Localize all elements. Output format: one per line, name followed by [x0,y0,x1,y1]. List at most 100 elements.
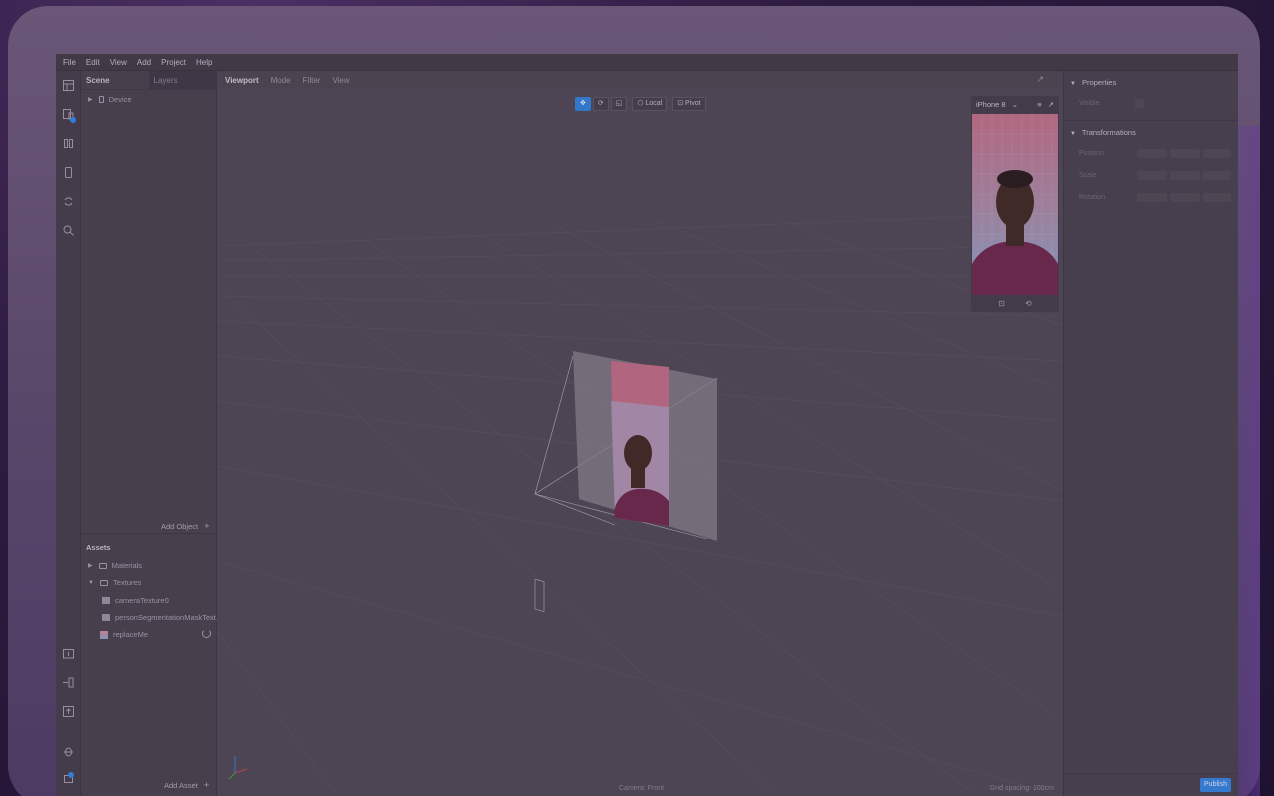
asset-label: Textures [112,578,142,587]
add-object-button[interactable]: Add Object + [161,521,209,531]
collapse-arrow-icon: ▼ [1070,131,1076,137]
left-toolbar [56,71,81,796]
local-button[interactable]: ⬡ Local [632,97,668,111]
properties-header[interactable]: ▼ Properties [1070,78,1116,87]
spark-ar-window: File Edit View Add Project Help Scene La… [56,54,1238,796]
settings-icon[interactable] [62,772,75,786]
transformations-title: Transformations [1081,128,1136,137]
texture-icon [102,597,110,604]
tab-layers[interactable]: Layers [148,70,216,90]
transform-toolbar: ✥ ⟳ ◱ ⬡ Local ⊡ Pivot [575,97,706,111]
phone-icon[interactable] [62,167,75,180]
search-icon[interactable] [62,225,75,238]
scale-label: Scale [1079,172,1097,179]
asset-label: cameraTexture0 [115,596,169,605]
position-x-input[interactable] [1137,149,1167,158]
bug-icon[interactable] [62,746,75,759]
popout-icon[interactable]: ↗ [1048,100,1054,109]
asset-label: Materials [111,561,143,570]
camera-icon[interactable]: ⊡ [998,299,1005,308]
tree-item-device[interactable]: ▶ Device [88,95,132,104]
pivot-label: Pivot [685,100,701,107]
send-to-device-icon[interactable] [62,677,75,690]
device-name: iPhone 8 [976,100,1006,109]
menu-project[interactable]: Project [161,58,186,67]
preview-footer: ⊡ ⟲ [971,295,1059,312]
position-z-input[interactable] [1203,149,1231,158]
layout-icon[interactable] [62,80,75,93]
camera-status: Camera: Front [619,785,665,792]
grid-spacing-status: Grid spacing: 100cm [989,785,1054,792]
local-label: Local [645,100,663,107]
texture-swatch-icon [100,630,108,639]
menu-icon[interactable]: ≡ [1037,100,1041,109]
device-icon [98,96,104,103]
asset-label: personSegmentationMaskText... [115,613,223,622]
grid-floor [217,212,1063,796]
menu-file[interactable]: File [63,58,76,67]
add-asset-button[interactable]: Add Asset + [164,780,209,790]
import-icon[interactable] [62,648,75,661]
expand-arrow-icon[interactable]: ▶ [88,562,93,569]
rotation-z-input[interactable] [1203,193,1231,202]
device-select[interactable]: iPhone 8 ⌄ [976,100,1018,109]
texture-icon [102,614,110,621]
asset-replace-me[interactable]: replaceMe [100,630,148,639]
scale-y-input[interactable] [1170,171,1200,180]
rotation-y-input[interactable] [1170,193,1200,202]
refresh-icon[interactable] [62,196,75,209]
notification-badge [70,117,76,123]
folder-icon [98,562,107,569]
rotate-tool-button[interactable]: ⟳ [592,97,609,111]
pivot-icon: ⊡ [677,100,684,107]
scale-tool-button[interactable]: ◱ [610,97,628,111]
cube-icon: ⬡ [637,100,644,107]
transformations-header[interactable]: ▼ Transformations [1070,128,1136,137]
menu-view[interactable]: View [110,58,127,67]
visible-label: Visible [1079,100,1100,107]
position-y-input[interactable] [1170,149,1200,158]
preview-person-image [972,114,1058,295]
axis-gizmo [228,756,248,780]
loading-spinner-icon [202,629,211,638]
tab-scene[interactable]: Scene [81,71,149,90]
tree-item-label: Device [108,95,132,104]
asset-segmentation-texture[interactable]: personSegmentationMaskText... [102,613,222,622]
upload-icon[interactable] [62,706,75,719]
scene-tabs: Scene Layers [81,70,216,90]
divider [1064,773,1238,774]
viewport[interactable]: Viewport Mode Filter View ↗ ✥ ⟳ ◱ ⬡ Loca… [217,71,1063,796]
plus-icon: + [203,780,210,790]
publish-button[interactable]: Publish [1200,778,1231,792]
properties-panel: ▼ Properties Visible ▼ Transformations P… [1063,71,1238,796]
device-preview: iPhone 8 ⌄ ≡ ↗ ⊡ ⟲ [971,96,1059,312]
plus-icon: + [204,521,210,531]
scale-z-input[interactable] [1203,171,1231,180]
expand-arrow-icon[interactable]: ▶ [88,96,93,103]
patch-icon[interactable] [62,138,75,151]
asset-camera-texture[interactable]: cameraTexture0 [102,596,169,605]
move-tool-button[interactable]: ✥ [575,97,591,111]
asset-folder-textures[interactable]: ▼ Textures [88,578,141,587]
notification-badge [68,772,74,778]
scale-x-input[interactable] [1137,171,1167,180]
menu-add[interactable]: Add [137,58,151,67]
preview-screen[interactable] [972,114,1058,295]
divider [1064,120,1238,121]
menu-help[interactable]: Help [196,58,212,67]
collapse-arrow-icon: ▼ [1070,81,1076,87]
rotate-device-icon[interactable]: ⟲ [1025,299,1032,308]
position-label: Position [1079,150,1104,157]
rotation-x-input[interactable] [1137,193,1167,202]
visible-checkbox[interactable] [1135,99,1144,108]
folder-icon [99,579,108,586]
pivot-button[interactable]: ⊡ Pivot [672,97,706,111]
menu-edit[interactable]: Edit [86,58,100,67]
viewport-status-bar: Camera: Front Grid spacing: 100cm [217,782,1063,796]
properties-title: Properties [1082,78,1117,87]
rotation-label: Rotation [1079,194,1106,201]
collapse-arrow-icon[interactable]: ▼ [88,580,94,586]
chevron-down-icon: ⌄ [1011,100,1018,109]
asset-folder-materials[interactable]: ▶ Materials [88,561,142,570]
device-icon[interactable] [62,109,76,123]
